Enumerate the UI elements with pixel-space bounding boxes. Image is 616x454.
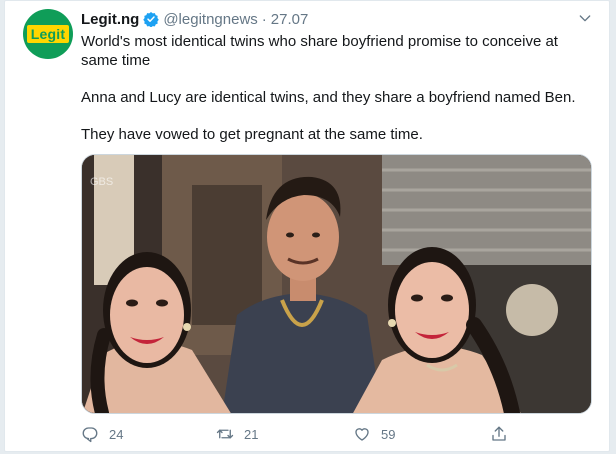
chevron-down-icon[interactable] [577, 10, 593, 26]
reply-icon [82, 427, 98, 443]
tweet-paragraph: Anna and Lucy are identical twins, and t… [81, 89, 576, 106]
reply-count: 24 [109, 426, 124, 442]
photo-illustration: GBS [82, 155, 591, 413]
like-icon [355, 428, 369, 441]
tweet-paragraph: World's most identical twins who share b… [81, 33, 558, 69]
tweet-header: Legit.ng @legitngnews · 27.07 [81, 9, 308, 29]
tweet-paragraph: They have vowed to get pregnant at the s… [81, 126, 423, 143]
author-handle[interactable]: @legitngnews [163, 11, 257, 28]
tweet-text: World's most identical twins who share b… [81, 32, 581, 144]
retweet-count: 21 [244, 426, 259, 442]
tweet-card[interactable]: Legit Legit.ng @legitngnews · 27.07 Worl… [4, 0, 610, 452]
author-name[interactable]: Legit.ng [81, 11, 139, 28]
share-button[interactable] [490, 425, 508, 443]
tweet-date[interactable]: 27.07 [271, 11, 309, 28]
avatar-logo-text: Legit [26, 25, 70, 43]
photo-watermark: GBS [90, 176, 113, 188]
reply-button[interactable]: 24 [81, 425, 123, 443]
retweet-button[interactable]: 21 [216, 425, 258, 443]
like-count: 59 [381, 426, 396, 442]
tweet-actions: 24 21 59 [81, 425, 511, 445]
verified-badge-icon [143, 12, 160, 27]
tweet-photo[interactable]: GBS [81, 154, 592, 414]
like-button[interactable]: 59 [353, 425, 395, 443]
share-icon [492, 426, 506, 441]
retweet-icon [216, 429, 234, 439]
header-separator: · [261, 10, 267, 28]
avatar[interactable]: Legit [23, 9, 73, 59]
